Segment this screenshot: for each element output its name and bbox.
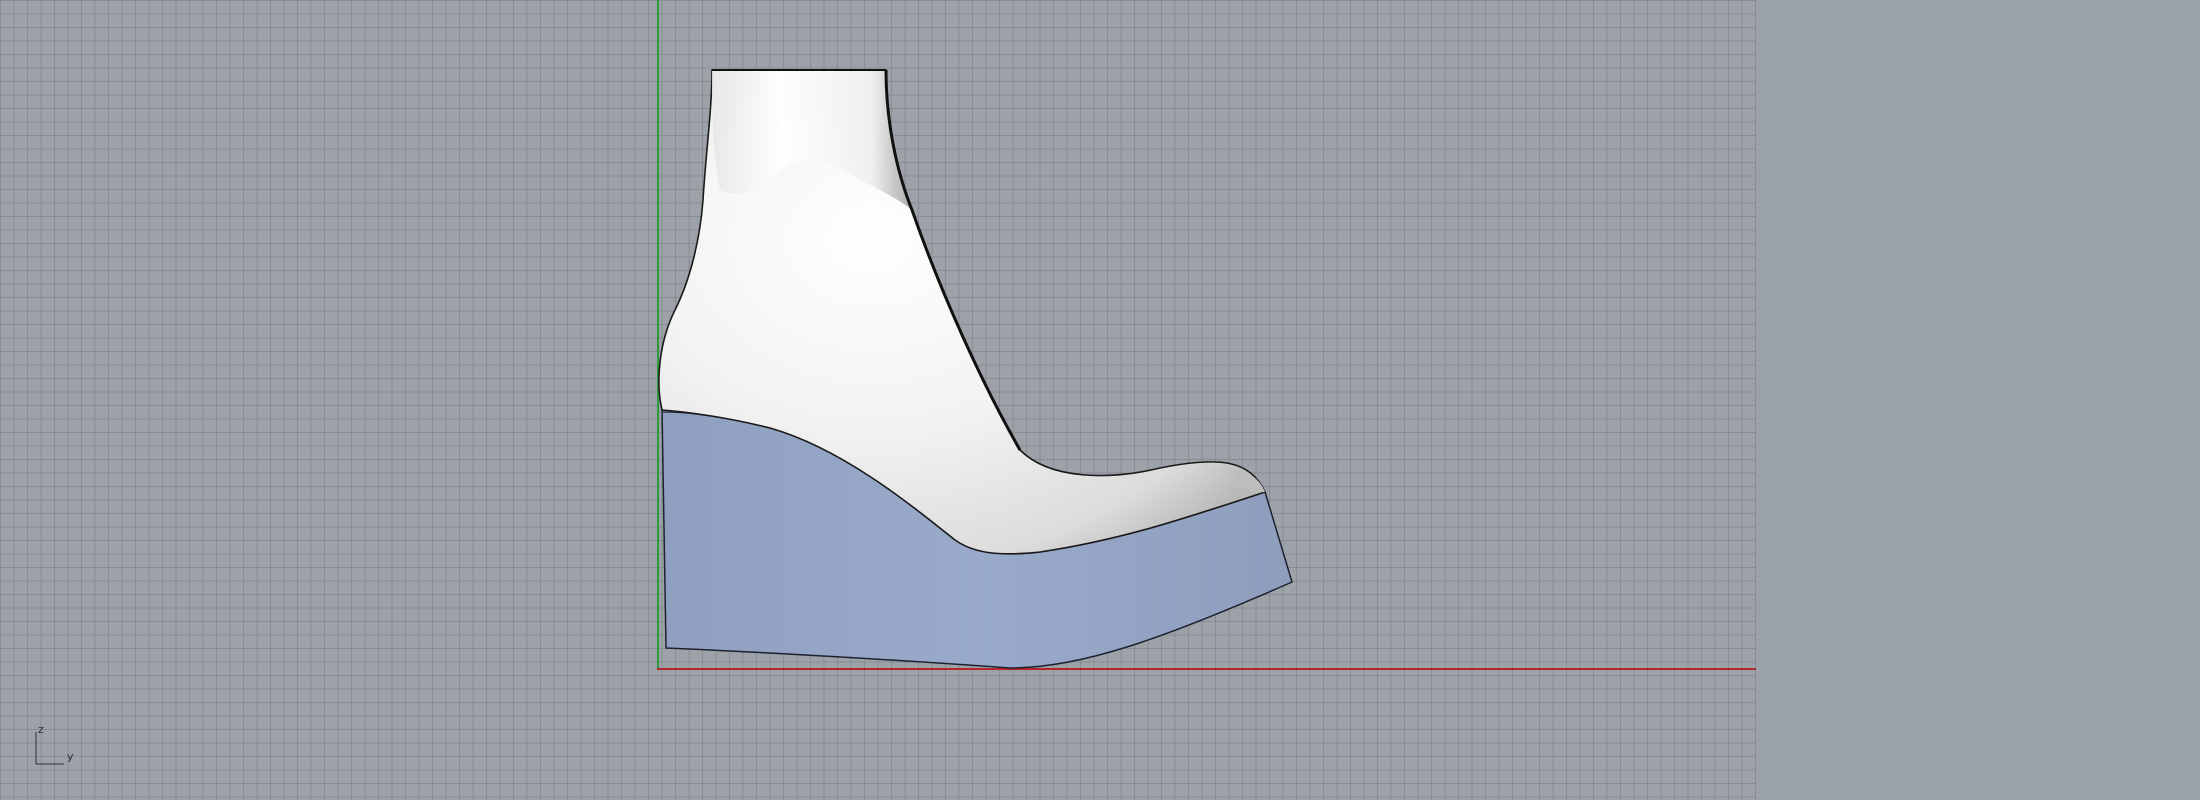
side-panel	[1756, 0, 2200, 800]
gizmo-y-label: y	[67, 750, 74, 763]
boot-model[interactable]	[0, 0, 1756, 800]
axes-gizmo: z y	[30, 722, 90, 772]
viewport-canvas[interactable]: z y	[0, 0, 1756, 800]
gizmo-z-label: z	[38, 723, 44, 736]
